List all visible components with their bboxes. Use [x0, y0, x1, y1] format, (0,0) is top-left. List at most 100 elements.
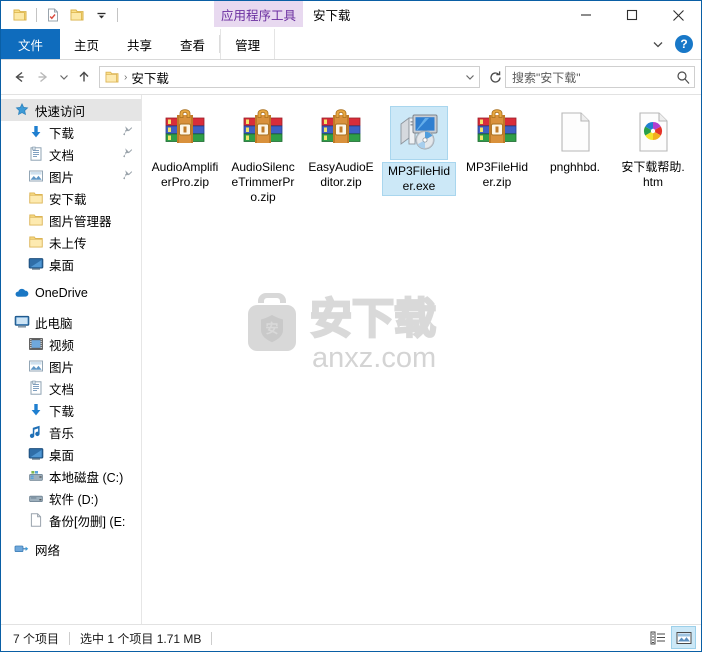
sidebar-item-12[interactable]: 文档: [1, 377, 141, 399]
network-icon: [13, 540, 31, 558]
pin-icon[interactable]: [122, 169, 133, 183]
sidebar-item-3[interactable]: 图片: [1, 165, 141, 187]
sidebar-item-label: 安下载: [49, 192, 87, 207]
sidebar-item-10[interactable]: 视频: [1, 333, 141, 355]
folder-icon[interactable]: [9, 4, 31, 26]
address-input[interactable]: › 安下载: [99, 66, 480, 88]
back-button[interactable]: [7, 65, 31, 89]
nav-group-gap: [1, 304, 141, 311]
sidebar-item-16[interactable]: 本地磁盘 (C:): [1, 465, 141, 487]
sidebar-item-2[interactable]: 文档: [1, 143, 141, 165]
customize-dropdown-icon[interactable]: [90, 4, 112, 26]
tab-home[interactable]: 主页: [60, 29, 113, 59]
file-item[interactable]: EasyAudioEditor.zip: [302, 101, 380, 206]
search-input[interactable]: 搜索"安下载": [506, 69, 672, 86]
sidebar-item-6[interactable]: 未上传: [1, 231, 141, 253]
sidebar-item-label: 图片: [49, 360, 75, 375]
winrar-archive-icon: [161, 107, 209, 155]
minimize-button[interactable]: [563, 1, 609, 29]
sidebar-item-4[interactable]: 安下载: [1, 187, 141, 209]
recent-locations-button[interactable]: [55, 65, 72, 89]
tab-manage[interactable]: 管理: [220, 29, 276, 59]
toolbar-divider: [36, 8, 37, 22]
download-arrow-icon: [27, 401, 45, 419]
search-box[interactable]: 搜索"安下载": [505, 66, 695, 88]
watermark-brand-text: 安下载: [310, 295, 436, 342]
music-note-icon: [27, 423, 45, 441]
status-divider-2: [211, 631, 213, 645]
help-icon[interactable]: ?: [675, 35, 693, 53]
system-drive-icon: [27, 467, 45, 485]
file-name-label: AudioSilenceTrimmerPro.zip: [231, 160, 295, 204]
sidebar-item-label: 桌面: [49, 448, 75, 463]
pin-icon[interactable]: [122, 147, 133, 161]
details-view-button[interactable]: [646, 627, 669, 648]
refresh-icon[interactable]: [485, 67, 505, 87]
file-item[interactable]: AudioSilenceTrimmerPro.zip: [224, 101, 302, 206]
sidebar-item-9[interactable]: 此电脑: [1, 311, 141, 333]
sidebar-item-13[interactable]: 下载: [1, 399, 141, 421]
sidebar-item-11[interactable]: 图片: [1, 355, 141, 377]
documents-icon: [27, 145, 45, 163]
svg-text:安: 安: [265, 321, 278, 336]
breadcrumb[interactable]: › 安下载: [100, 68, 461, 87]
toolbar-divider-2: [117, 8, 118, 22]
large-icons-view-button[interactable]: [671, 626, 696, 649]
sidebar-item-18[interactable]: 备份[勿删] (E:: [1, 509, 141, 531]
file-name-label: 安下载帮助.htm: [621, 160, 685, 189]
new-folder-icon[interactable]: [66, 4, 88, 26]
sidebar-item-5[interactable]: 图片管理器: [1, 209, 141, 231]
tab-view[interactable]: 查看: [166, 29, 219, 59]
sidebar-item-8[interactable]: OneDrive: [1, 282, 141, 304]
ribbon-tab-bar: 文件 主页 共享 查看 管理 ?: [1, 29, 701, 60]
properties-icon[interactable]: [42, 4, 64, 26]
sidebar-item-17[interactable]: 软件 (D:): [1, 487, 141, 509]
file-item[interactable]: MP3FileHider.zip: [458, 101, 536, 206]
sidebar-item-14[interactable]: 音乐: [1, 421, 141, 443]
file-name-label: MP3FileHider.zip: [465, 160, 528, 189]
sidebar-item-0[interactable]: 快速访问: [1, 99, 141, 121]
sidebar-item-1[interactable]: 下载: [1, 121, 141, 143]
sidebar-item-label: 音乐: [49, 426, 75, 441]
sidebar-item-label: OneDrive: [35, 286, 88, 300]
close-button[interactable]: [655, 1, 701, 29]
search-icon[interactable]: [672, 67, 694, 87]
site-watermark: 安 安下载 anxz.com: [230, 281, 470, 385]
sidebar-item-19[interactable]: 网络: [1, 538, 141, 560]
sidebar-item-label: 快速访问: [35, 104, 86, 119]
tab-share[interactable]: 共享: [113, 29, 166, 59]
window-title: 安下载: [313, 8, 351, 23]
folder-icon: [27, 189, 45, 207]
sidebar-item-label: 未上传: [49, 236, 87, 251]
sidebar-item-label: 软件 (D:): [49, 492, 99, 507]
maximize-button[interactable]: [609, 1, 655, 29]
file-item[interactable]: 安下载帮助.htm: [614, 101, 692, 206]
watermark-domain-text: anxz.com: [312, 342, 436, 374]
breadcrumb-current-path[interactable]: 安下载: [131, 68, 169, 87]
address-bar: › 安下载 搜索"安下载": [1, 60, 701, 94]
file-icon-grid[interactable]: AudioAmplifierPro.zip AudioSilenceTrimme…: [142, 95, 701, 206]
file-list-pane[interactable]: 安 安下载 anxz.com AudioAmplifierPro.zip Aud…: [142, 95, 701, 624]
address-history-dropdown-icon[interactable]: [461, 67, 479, 87]
file-item[interactable]: pnghhbd.: [536, 101, 614, 206]
nav-group-gap: [1, 531, 141, 538]
chevron-down-icon[interactable]: [647, 33, 669, 55]
sidebar-item-7[interactable]: 桌面: [1, 253, 141, 275]
desktop-icon: [27, 255, 45, 273]
sidebar-item-label: 下载: [49, 126, 75, 141]
sidebar-item-15[interactable]: 桌面: [1, 443, 141, 465]
file-item[interactable]: MP3FileHider.exe: [380, 101, 458, 206]
breadcrumb-separator: ›: [124, 71, 128, 83]
file-name-label: EasyAudioEditor.zip: [308, 160, 374, 189]
forward-button[interactable]: [31, 65, 55, 89]
file-item[interactable]: AudioAmplifierPro.zip: [146, 101, 224, 206]
explorer-body: 快速访问 下载 文档 图片 安下载 图片管理器 未上传 桌面 OneDrive 此电脑 视频 图片 文档…: [1, 94, 701, 624]
up-button[interactable]: [72, 65, 96, 89]
sidebar-item-label: 此电脑: [35, 316, 73, 331]
sidebar-item-label: 本地磁盘 (C:): [49, 470, 124, 485]
navigation-pane[interactable]: 快速访问 下载 文档 图片 安下载 图片管理器 未上传 桌面 OneDrive 此电脑 视频 图片 文档…: [1, 95, 142, 624]
tab-file[interactable]: 文件: [1, 29, 61, 59]
pin-icon[interactable]: [122, 125, 133, 139]
sidebar-item-label: 下载: [49, 404, 75, 419]
winrar-archive-icon: [239, 107, 287, 155]
